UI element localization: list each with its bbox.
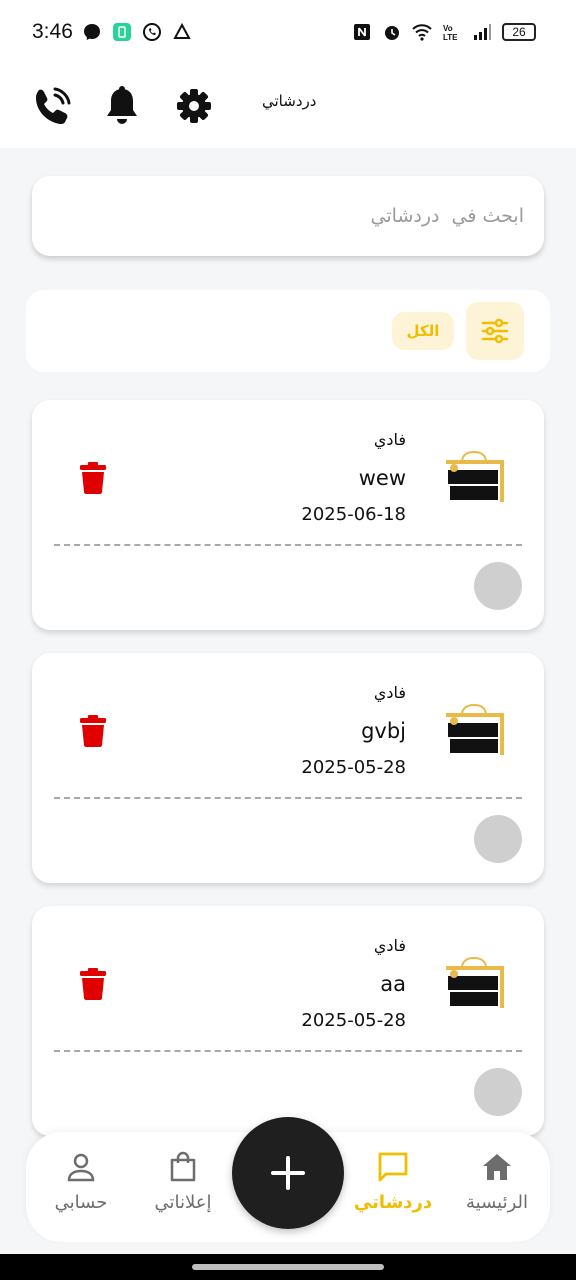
card-divider bbox=[54, 544, 522, 546]
shopping-bag-icon bbox=[170, 1151, 196, 1182]
app-icon bbox=[113, 23, 131, 41]
nav-item-account[interactable]: حسابي bbox=[26, 1150, 136, 1230]
filter-bar: الكل bbox=[26, 290, 550, 372]
nav-label: إعلاناتي bbox=[154, 1192, 212, 1213]
gesture-bar bbox=[0, 1254, 576, 1280]
filter-button[interactable] bbox=[466, 302, 524, 360]
chat-card[interactable]: فادي aa 2025-05-28 bbox=[32, 906, 544, 1136]
nav-item-chats[interactable]: دردشاتي bbox=[338, 1150, 448, 1230]
chat-card[interactable]: فادي gvbj 2025-05-28 bbox=[32, 653, 544, 883]
store-logo-icon bbox=[442, 450, 506, 520]
trash-icon[interactable] bbox=[80, 715, 106, 747]
nav-label: الرئيسية bbox=[466, 1192, 528, 1213]
nav-item-home[interactable]: الرئيسية bbox=[442, 1150, 552, 1230]
store-logo-icon bbox=[442, 956, 506, 1026]
chat-last-message: gvbj bbox=[361, 719, 406, 743]
chat-card[interactable]: فادي wew 2025-06-18 bbox=[32, 400, 544, 630]
chat-last-message: wew bbox=[358, 466, 406, 490]
chat-icon bbox=[378, 1152, 408, 1182]
signal-icon bbox=[474, 24, 491, 40]
nav-item-my-ads[interactable]: إعلاناتي bbox=[128, 1150, 238, 1230]
alert-icon bbox=[173, 22, 191, 39]
wifi-icon bbox=[412, 24, 432, 41]
chat-last-message: aa bbox=[380, 972, 406, 996]
card-divider bbox=[54, 797, 522, 799]
trash-icon[interactable] bbox=[80, 968, 106, 1000]
nav-label: دردشاتي bbox=[353, 1192, 433, 1213]
filter-chip-all[interactable]: الكل bbox=[392, 312, 454, 350]
chat-name: فادي bbox=[373, 936, 406, 955]
status-time: 3:46 bbox=[32, 20, 73, 43]
volte-icon: VoLTE bbox=[443, 24, 458, 42]
page-title: دردشاتي bbox=[262, 92, 317, 110]
app-bar: دردشاتي bbox=[0, 66, 576, 148]
nfc-icon bbox=[354, 24, 370, 40]
messenger-icon bbox=[84, 24, 100, 40]
card-divider bbox=[54, 1050, 522, 1052]
sliders-icon bbox=[481, 318, 509, 344]
trash-icon[interactable] bbox=[80, 462, 106, 494]
bell-icon[interactable] bbox=[100, 84, 144, 128]
avatar bbox=[474, 815, 522, 863]
plus-icon bbox=[271, 1156, 305, 1190]
chat-date: 2025-05-28 bbox=[301, 757, 406, 778]
chat-name: فادي bbox=[373, 430, 406, 449]
svg-text:LTE: LTE bbox=[443, 33, 458, 42]
avatar bbox=[474, 1068, 522, 1116]
chat-date: 2025-05-28 bbox=[301, 1010, 406, 1031]
chat-date: 2025-06-18 bbox=[301, 504, 406, 525]
whatsapp-icon bbox=[143, 23, 161, 41]
chat-name: فادي bbox=[373, 683, 406, 702]
home-indicator[interactable] bbox=[192, 1264, 384, 1270]
avatar bbox=[474, 562, 522, 610]
search-box bbox=[32, 176, 544, 256]
home-icon bbox=[483, 1154, 511, 1180]
user-icon bbox=[67, 1153, 95, 1182]
nav-label: حسابي bbox=[54, 1192, 108, 1213]
search-input[interactable] bbox=[52, 190, 524, 242]
settings-icon[interactable] bbox=[172, 84, 216, 128]
store-logo-icon bbox=[442, 703, 506, 773]
battery-icon: 26 bbox=[502, 23, 536, 41]
alarm-icon bbox=[385, 26, 399, 40]
status-bar: 3:46 Vo LTE 26 bbox=[0, 0, 576, 66]
add-ad-button[interactable] bbox=[232, 1117, 344, 1229]
phone-call-icon[interactable] bbox=[30, 84, 74, 128]
svg-text:Vo: Vo bbox=[443, 24, 453, 33]
